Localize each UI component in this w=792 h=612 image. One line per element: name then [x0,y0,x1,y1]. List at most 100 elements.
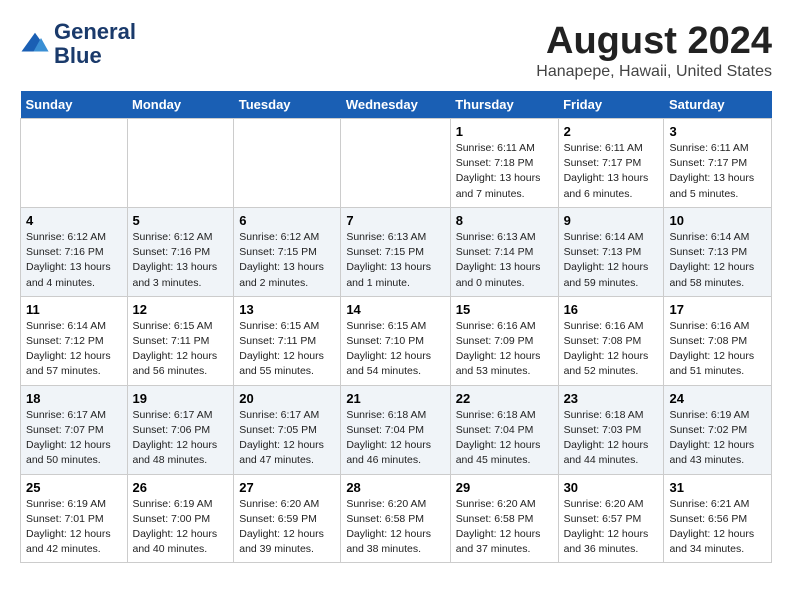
day-info: Sunrise: 6:16 AM Sunset: 7:08 PM Dayligh… [564,319,659,380]
day-info: Sunrise: 6:16 AM Sunset: 7:09 PM Dayligh… [456,319,553,380]
day-info: Sunrise: 6:20 AM Sunset: 6:58 PM Dayligh… [346,497,444,558]
calendar-cell: 22Sunrise: 6:18 AM Sunset: 7:04 PM Dayli… [450,385,558,474]
calendar-cell: 15 Sunrise: 6:16 AM Sunset: 7:09 PM Dayli… [450,296,558,385]
calendar-cell: 12 Sunrise: 6:15 AM Sunset: 7:11 PM Dayli… [127,296,234,385]
calendar-cell: 1Sunrise: 6:11 AM Sunset: 7:18 PM Daylig… [450,119,558,208]
day-of-week-header: Friday [558,91,664,119]
day-number: 28 [346,480,444,495]
calendar-cell [127,119,234,208]
calendar-cell [341,119,450,208]
day-info: Sunrise: 6:12 AM Sunset: 7:16 PM Dayligh… [133,230,229,291]
day-info: Sunrise: 6:11 AM Sunset: 7:18 PM Dayligh… [456,141,553,202]
calendar-cell: 11 Sunrise: 6:14 AM Sunset: 7:12 PM Dayli… [21,296,128,385]
calendar-body: 1Sunrise: 6:11 AM Sunset: 7:18 PM Daylig… [21,119,772,563]
day-info: Sunrise: 6:19 AM Sunset: 7:02 PM Dayligh… [669,408,766,469]
logo-text: General Blue [54,20,136,68]
day-number: 22 [456,391,553,406]
day-info: Sunrise: 6:21 AM Sunset: 6:56 PM Dayligh… [669,497,766,558]
day-info: Sunrise: 6:12 AM Sunset: 7:15 PM Dayligh… [239,230,335,291]
day-info: Sunrise: 6:15 AM Sunset: 7:11 PM Dayligh… [133,319,229,380]
day-number: 29 [456,480,553,495]
day-info: Sunrise: 6:18 AM Sunset: 7:04 PM Dayligh… [346,408,444,469]
day-info: Sunrise: 6:20 AM Sunset: 6:58 PM Dayligh… [456,497,553,558]
day-number: 21 [346,391,444,406]
title-area: August 2024 Hanapepe, Hawaii, United Sta… [536,20,772,81]
calendar-cell: 14Sunrise: 6:15 AM Sunset: 7:10 PM Dayli… [341,296,450,385]
calendar-cell: 4 Sunrise: 6:12 AM Sunset: 7:16 PM Daylig… [21,207,128,296]
logo-line1: General [54,20,136,44]
calendar-cell: 10Sunrise: 6:14 AM Sunset: 7:13 PM Dayli… [664,207,772,296]
day-number: 12 [133,302,229,317]
day-of-week-header: Thursday [450,91,558,119]
calendar-cell: 20Sunrise: 6:17 AM Sunset: 7:05 PM Dayli… [234,385,341,474]
calendar-cell: 2Sunrise: 6:11 AM Sunset: 7:17 PM Daylig… [558,119,664,208]
logo-icon [20,29,50,59]
calendar-cell: 9Sunrise: 6:14 AM Sunset: 7:13 PM Daylig… [558,207,664,296]
calendar-cell: 24 Sunrise: 6:19 AM Sunset: 7:02 PM Dayli… [664,385,772,474]
day-number: 26 [133,480,229,495]
calendar-cell: 18Sunrise: 6:17 AM Sunset: 7:07 PM Dayli… [21,385,128,474]
calendar-cell: 6 Sunrise: 6:12 AM Sunset: 7:15 PM Daylig… [234,207,341,296]
day-info: Sunrise: 6:13 AM Sunset: 7:14 PM Dayligh… [456,230,553,291]
calendar-week-row: 1Sunrise: 6:11 AM Sunset: 7:18 PM Daylig… [21,119,772,208]
logo: General Blue [20,20,136,68]
day-number: 27 [239,480,335,495]
day-number: 24 [669,391,766,406]
calendar-cell: 7Sunrise: 6:13 AM Sunset: 7:15 PM Daylig… [341,207,450,296]
day-info: Sunrise: 6:12 AM Sunset: 7:16 PM Dayligh… [26,230,122,291]
calendar-cell: 31 Sunrise: 6:21 AM Sunset: 6:56 PM Dayli… [664,474,772,563]
day-info: Sunrise: 6:17 AM Sunset: 7:05 PM Dayligh… [239,408,335,469]
day-number: 16 [564,302,659,317]
calendar-cell: 29 Sunrise: 6:20 AM Sunset: 6:58 PM Dayli… [450,474,558,563]
calendar-cell: 28 Sunrise: 6:20 AM Sunset: 6:58 PM Dayli… [341,474,450,563]
day-number: 19 [133,391,229,406]
day-of-week-header: Saturday [664,91,772,119]
main-title: August 2024 [536,20,772,63]
day-number: 17 [669,302,766,317]
day-info: Sunrise: 6:20 AM Sunset: 6:59 PM Dayligh… [239,497,335,558]
calendar-cell: 30 Sunrise: 6:20 AM Sunset: 6:57 PM Dayli… [558,474,664,563]
day-number: 23 [564,391,659,406]
calendar-table: SundayMondayTuesdayWednesdayThursdayFrid… [20,91,772,563]
days-header-row: SundayMondayTuesdayWednesdayThursdayFrid… [21,91,772,119]
calendar-cell: 5Sunrise: 6:12 AM Sunset: 7:16 PM Daylig… [127,207,234,296]
calendar-cell: 27 Sunrise: 6:20 AM Sunset: 6:59 PM Dayli… [234,474,341,563]
day-info: Sunrise: 6:14 AM Sunset: 7:12 PM Dayligh… [26,319,122,380]
calendar-cell: 25 Sunrise: 6:19 AM Sunset: 7:01 PM Dayli… [21,474,128,563]
day-number: 31 [669,480,766,495]
day-number: 25 [26,480,122,495]
day-number: 3 [669,124,766,139]
day-of-week-header: Tuesday [234,91,341,119]
calendar-cell: 21 Sunrise: 6:18 AM Sunset: 7:04 PM Dayli… [341,385,450,474]
calendar-cell: 17 Sunrise: 6:16 AM Sunset: 7:08 PM Dayli… [664,296,772,385]
day-of-week-header: Wednesday [341,91,450,119]
day-number: 14 [346,302,444,317]
day-number: 8 [456,213,553,228]
day-info: Sunrise: 6:18 AM Sunset: 7:03 PM Dayligh… [564,408,659,469]
day-info: Sunrise: 6:16 AM Sunset: 7:08 PM Dayligh… [669,319,766,380]
day-number: 6 [239,213,335,228]
calendar-cell: 26Sunrise: 6:19 AM Sunset: 7:00 PM Dayli… [127,474,234,563]
day-number: 2 [564,124,659,139]
calendar-week-row: 4 Sunrise: 6:12 AM Sunset: 7:16 PM Daylig… [21,207,772,296]
day-info: Sunrise: 6:19 AM Sunset: 7:01 PM Dayligh… [26,497,122,558]
day-info: Sunrise: 6:20 AM Sunset: 6:57 PM Dayligh… [564,497,659,558]
day-info: Sunrise: 6:11 AM Sunset: 7:17 PM Dayligh… [669,141,766,202]
day-number: 30 [564,480,659,495]
calendar-cell: 19Sunrise: 6:17 AM Sunset: 7:06 PM Dayli… [127,385,234,474]
day-info: Sunrise: 6:13 AM Sunset: 7:15 PM Dayligh… [346,230,444,291]
day-info: Sunrise: 6:14 AM Sunset: 7:13 PM Dayligh… [669,230,766,291]
calendar-week-row: 11 Sunrise: 6:14 AM Sunset: 7:12 PM Dayli… [21,296,772,385]
subtitle: Hanapepe, Hawaii, United States [536,63,772,81]
day-number: 11 [26,302,122,317]
day-number: 13 [239,302,335,317]
header: General Blue August 2024 Hanapepe, Hawai… [20,20,772,81]
day-number: 15 [456,302,553,317]
calendar-week-row: 18Sunrise: 6:17 AM Sunset: 7:07 PM Dayli… [21,385,772,474]
day-info: Sunrise: 6:14 AM Sunset: 7:13 PM Dayligh… [564,230,659,291]
calendar-cell [234,119,341,208]
calendar-cell: 13 Sunrise: 6:15 AM Sunset: 7:11 PM Dayli… [234,296,341,385]
day-info: Sunrise: 6:15 AM Sunset: 7:11 PM Dayligh… [239,319,335,380]
calendar-cell: 16 Sunrise: 6:16 AM Sunset: 7:08 PM Dayli… [558,296,664,385]
day-number: 4 [26,213,122,228]
